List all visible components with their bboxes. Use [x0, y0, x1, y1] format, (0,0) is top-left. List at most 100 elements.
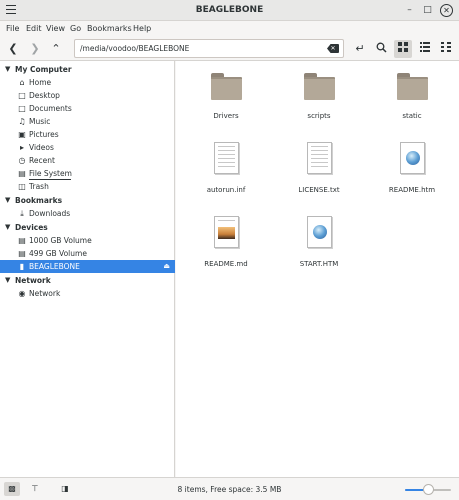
sidebar-item-desktop[interactable]: □ Desktop — [0, 89, 175, 102]
zoom-slider[interactable] — [405, 484, 451, 495]
sidebar-item-file-system[interactable]: ▤ File System — [0, 167, 175, 180]
section-devices[interactable]: ▼ Devices — [0, 221, 175, 234]
file-label: autorun.inf — [206, 186, 246, 194]
section-label: Network — [15, 276, 51, 285]
expander-icon[interactable]: ▼ — [5, 223, 10, 231]
sidebar-item-label: Documents — [29, 104, 72, 113]
file-item-static[interactable]: static — [372, 63, 452, 125]
menu-help[interactable]: Help — [133, 24, 151, 33]
folder-icon: □ — [18, 91, 26, 100]
folder-icon: □ — [18, 104, 26, 113]
file-item-license-txt[interactable]: LICENSE.txt — [279, 137, 359, 199]
eject-icon[interactable]: ⏏ — [163, 262, 170, 270]
file-label: README.md — [204, 260, 248, 268]
file-label: Drivers — [213, 112, 239, 120]
file-item-start-htm[interactable]: START.HTM — [279, 211, 359, 273]
file-label: static — [402, 112, 422, 120]
sidebar-item-label: Home — [29, 78, 52, 87]
file-item-drivers[interactable]: Drivers — [186, 63, 266, 125]
folder-icon — [304, 73, 335, 100]
html-file-icon — [400, 142, 425, 174]
sidebar: ▼ My Computer ⌂ Home □ Desktop □ Documen… — [0, 61, 175, 477]
file-label: LICENSE.txt — [298, 186, 340, 194]
forward-arrow-icon[interactable]: ❯ — [27, 42, 43, 56]
maximize-icon[interactable]: □ — [421, 4, 434, 17]
title-bar: BEAGLEBONE – □ ✕ — [0, 0, 459, 21]
close-icon[interactable]: ✕ — [440, 4, 453, 17]
sidebar-item-downloads[interactable]: ⤓ Downloads — [0, 207, 175, 220]
home-icon: ⌂ — [19, 78, 25, 87]
expander-icon[interactable]: ▼ — [5, 65, 10, 73]
file-view[interactable]: Drivers scripts static autorun.inf LICEN… — [176, 61, 459, 477]
section-my-computer[interactable]: ▼ My Computer — [0, 63, 175, 76]
sidebar-item-music[interactable]: ♫ Music — [0, 115, 175, 128]
sidebar-item-trash[interactable]: ◫ Trash — [0, 180, 175, 193]
sidebar-item-home[interactable]: ⌂ Home — [0, 76, 175, 89]
section-bookmarks[interactable]: ▼ Bookmarks — [0, 194, 175, 207]
sidebar-item-label: Trash — [29, 182, 49, 191]
text-file-icon — [214, 142, 239, 174]
file-item-readme-md[interactable]: README.md — [186, 211, 266, 273]
search-icon[interactable] — [373, 42, 389, 56]
download-icon: ⤓ — [20, 209, 24, 218]
menu-go[interactable]: Go — [70, 24, 81, 33]
sidebar-item-label: 1000 GB Volume — [29, 236, 92, 245]
sidebar-item-label: Recent — [29, 156, 55, 165]
menu-file[interactable]: File — [6, 24, 19, 33]
file-item-readme-htm[interactable]: README.htm — [372, 137, 452, 199]
sidebar-item-documents[interactable]: □ Documents — [0, 102, 175, 115]
sidebar-item-label: BEAGLEBONE — [29, 262, 80, 271]
section-label: Bookmarks — [15, 196, 63, 205]
drive-icon: ▤ — [18, 249, 26, 258]
backspace-clear-icon[interactable]: ✕ — [327, 44, 339, 53]
file-item-autorun-inf[interactable]: autorun.inf — [186, 137, 266, 199]
drive-icon: ▤ — [18, 169, 26, 178]
sidebar-item-label: Music — [29, 117, 51, 126]
sidebar-item-label: Downloads — [29, 209, 71, 218]
folder-icon — [397, 73, 428, 100]
section-network[interactable]: ▼ Network — [0, 274, 175, 287]
pictures-icon: ▣ — [18, 130, 26, 139]
html-file-icon — [307, 216, 332, 248]
icon-view-icon[interactable] — [394, 40, 412, 58]
file-label: START.HTM — [299, 260, 339, 268]
section-label: Devices — [15, 223, 48, 232]
zoom-slider-knob[interactable] — [423, 484, 434, 495]
usb-icon: ▮ — [19, 262, 25, 271]
window-title: BEAGLEBONE — [195, 5, 264, 15]
text-file-icon — [307, 142, 332, 174]
location-path[interactable]: /media/voodoo/BEAGLEBONE — [80, 44, 189, 53]
back-arrow-icon[interactable]: ❮ — [5, 42, 21, 56]
sidebar-item-label: Videos — [29, 143, 54, 152]
minimize-icon[interactable]: – — [403, 4, 416, 17]
list-view-icon[interactable] — [417, 42, 433, 56]
status-bar: ▩ ⊤ ◨ 8 items, Free space: 3.5 MB — [0, 477, 459, 500]
sidebar-item-1000gb-volume[interactable]: ▤ 1000 GB Volume — [0, 234, 175, 247]
sidebar-item-beaglebone[interactable]: ▮ BEAGLEBONE ⏏ — [0, 260, 175, 273]
sidebar-item-label: 499 GB Volume — [29, 249, 87, 258]
expander-icon[interactable]: ▼ — [5, 276, 10, 284]
recent-icon: ◷ — [18, 156, 26, 165]
toolbar: ❮ ❯ ⌃ /media/voodoo/BEAGLEBONE ✕ ↵ — [0, 37, 459, 61]
menu-bar: File Edit View Go Bookmarks Help — [0, 21, 459, 37]
expander-icon[interactable]: ▼ — [5, 196, 10, 204]
menu-edit[interactable]: Edit — [26, 24, 42, 33]
file-item-scripts[interactable]: scripts — [279, 63, 359, 125]
image-file-icon — [214, 216, 239, 248]
menu-bookmarks[interactable]: Bookmarks — [87, 24, 132, 33]
sidebar-item-recent[interactable]: ◷ Recent — [0, 154, 175, 167]
sidebar-item-499gb-volume[interactable]: ▤ 499 GB Volume — [0, 247, 175, 260]
location-bar[interactable]: /media/voodoo/BEAGLEBONE ✕ — [74, 39, 344, 58]
sidebar-item-pictures[interactable]: ▣ Pictures — [0, 128, 175, 141]
sidebar-item-label: Desktop — [29, 91, 60, 100]
menu-view[interactable]: View — [46, 24, 65, 33]
sidebar-item-network[interactable]: ◉ Network — [0, 287, 175, 300]
reload-icon[interactable]: ↵ — [352, 42, 368, 56]
up-arrow-icon[interactable]: ⌃ — [48, 42, 64, 56]
music-icon: ♫ — [18, 117, 26, 126]
drive-icon: ▤ — [18, 236, 26, 245]
folder-icon — [211, 73, 242, 100]
sidebar-item-videos[interactable]: ▸ Videos — [0, 141, 175, 154]
compact-view-icon[interactable] — [438, 42, 454, 56]
file-label: scripts — [307, 112, 331, 120]
